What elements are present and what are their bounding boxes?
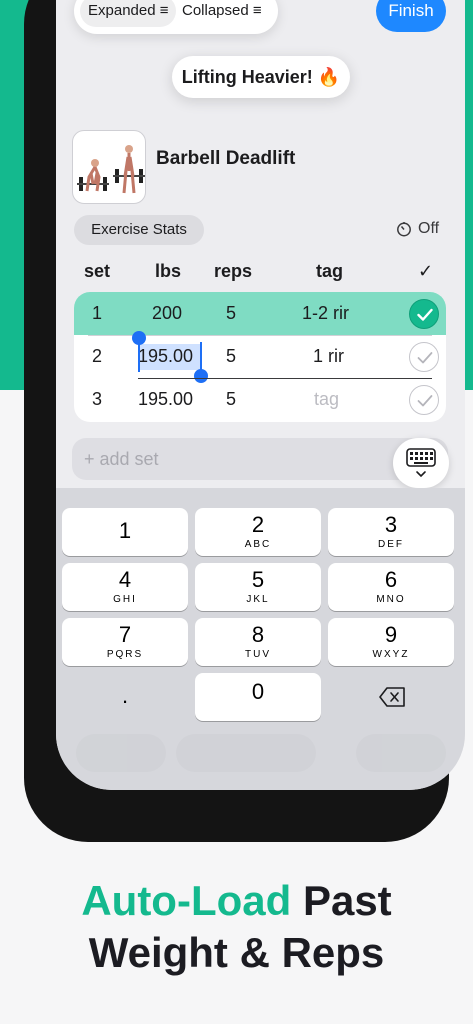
phone-screen: Expanded ≡ Collapsed ≡ Finish Lifting He… bbox=[56, 0, 465, 790]
checkmark-icon bbox=[417, 308, 433, 321]
deadlift-illustration-icon bbox=[77, 145, 145, 194]
checkmark-icon bbox=[417, 395, 433, 407]
timer-icon bbox=[397, 222, 411, 237]
key-4[interactable]: 4 GHI bbox=[62, 563, 188, 611]
key-0[interactable]: 0 bbox=[195, 673, 321, 721]
reps-cell[interactable]: 5 bbox=[226, 292, 236, 335]
key-8[interactable]: 8 TUV bbox=[195, 618, 321, 666]
weight-input[interactable]: 195.00 bbox=[138, 335, 193, 378]
key-decimal[interactable]: . bbox=[62, 673, 188, 721]
reps-cell[interactable]: 5 bbox=[226, 378, 236, 421]
column-header-reps: reps bbox=[214, 261, 253, 281]
collapsed-view-button[interactable]: Collapsed ≡ bbox=[174, 0, 270, 27]
key-3[interactable]: 3 DEF bbox=[328, 508, 454, 556]
sets-table: 1 200 5 1-2 rir 2 195.00 5 1 rir 3 195.0… bbox=[74, 292, 446, 422]
backspace-icon bbox=[379, 687, 405, 707]
finish-button[interactable]: Finish bbox=[376, 0, 446, 32]
set-number: 1 bbox=[92, 303, 103, 323]
keyboard-dismiss-icon bbox=[406, 448, 436, 478]
weight-cell[interactable]: 200 bbox=[152, 292, 182, 335]
rest-timer-toggle[interactable]: Off bbox=[396, 220, 439, 238]
complete-set-button[interactable] bbox=[409, 385, 439, 415]
timer-label: Off bbox=[418, 220, 440, 237]
column-header-set: set bbox=[84, 261, 111, 281]
headline-line-1: Auto-Load Past bbox=[0, 875, 473, 927]
selection-start-caret bbox=[138, 342, 140, 372]
column-header-tag: tag bbox=[316, 261, 343, 281]
set-number: 2 bbox=[92, 346, 103, 366]
add-set-button[interactable]: + add set bbox=[72, 438, 448, 480]
hidden-bottom-toolbar bbox=[76, 734, 446, 772]
key-2[interactable]: 2 ABC bbox=[195, 508, 321, 556]
headline-rest: Past bbox=[291, 877, 392, 924]
headline-line-2: Weight & Reps bbox=[88, 929, 385, 976]
reps-cell[interactable]: 5 bbox=[226, 335, 236, 378]
complete-set-button[interactable] bbox=[409, 342, 439, 372]
set-row: 3 195.00 5 tag bbox=[74, 378, 446, 421]
set-row: 1 200 5 1-2 rir bbox=[74, 292, 446, 335]
phone-frame: Expanded ≡ Collapsed ≡ Finish Lifting He… bbox=[24, 0, 465, 842]
key-9[interactable]: 9 WXYZ bbox=[328, 618, 454, 666]
headline-accent: Auto-Load bbox=[81, 877, 292, 924]
dismiss-keyboard-button[interactable] bbox=[393, 438, 449, 488]
exercise-stats-button[interactable]: Exercise Stats bbox=[74, 215, 204, 245]
exercise-thumbnail[interactable] bbox=[72, 130, 146, 204]
set-row: 2 195.00 5 1 rir bbox=[74, 331, 446, 383]
column-header-weight: lbs bbox=[155, 261, 182, 281]
complete-set-button[interactable] bbox=[409, 299, 439, 329]
key-5[interactable]: 5 JKL bbox=[195, 563, 321, 611]
exercise-name[interactable]: Barbell Deadlift bbox=[156, 148, 295, 170]
key-1[interactable]: 1 bbox=[62, 508, 188, 556]
key-6[interactable]: 6 MNO bbox=[328, 563, 454, 611]
view-mode-toggle: Expanded ≡ Collapsed ≡ bbox=[74, 0, 278, 34]
key-7[interactable]: 7 PQRS bbox=[62, 618, 188, 666]
expanded-view-button[interactable]: Expanded ≡ bbox=[80, 0, 177, 27]
marketing-headline: Auto-Load Past Weight & Reps bbox=[0, 875, 473, 979]
lifting-heavier-toast: Lifting Heavier! 🔥 bbox=[172, 56, 350, 98]
column-header-check: ✓ bbox=[418, 261, 434, 281]
selection-end-caret bbox=[200, 342, 202, 372]
checkmark-icon bbox=[417, 352, 433, 364]
tag-cell[interactable]: 1-2 rir bbox=[302, 292, 349, 335]
backspace-key[interactable] bbox=[328, 673, 454, 721]
set-number: 3 bbox=[92, 389, 103, 409]
tag-placeholder[interactable]: tag bbox=[314, 378, 339, 421]
weight-cell[interactable]: 195.00 bbox=[138, 378, 193, 421]
number-keypad: 1 2 ABC 3 DEF 4 GHI 5 JKL 6 MNO 7 PQRS 8… bbox=[56, 488, 465, 790]
selection-start-handle[interactable] bbox=[132, 331, 146, 345]
tag-cell[interactable]: 1 rir bbox=[313, 335, 344, 378]
